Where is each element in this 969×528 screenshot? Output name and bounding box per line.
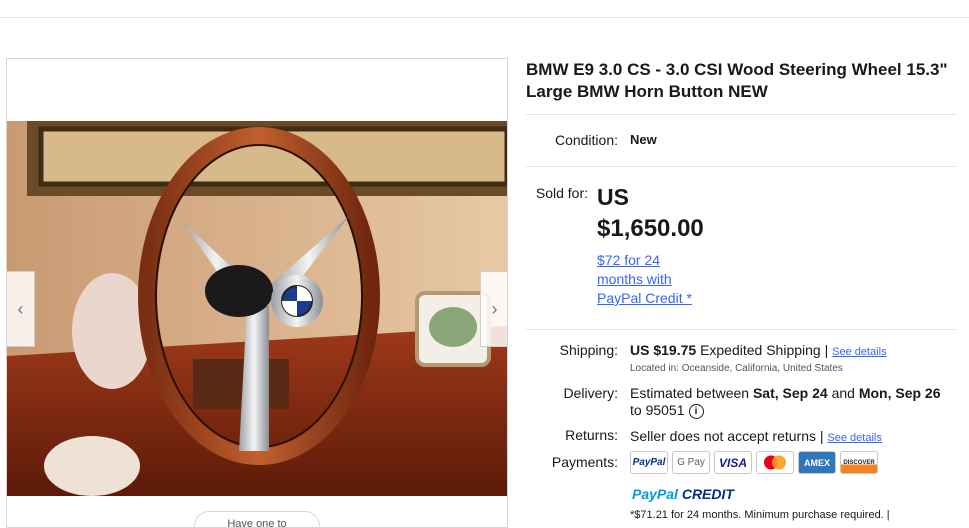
divider xyxy=(526,329,956,330)
have-one-to-sell-button[interactable]: Have one to xyxy=(194,511,320,527)
delivery-estimate: Estimated between Sat, Sep 24 and Mon, S… xyxy=(630,385,950,419)
paypal-logo-icon: PayPal xyxy=(630,451,668,474)
product-photo[interactable] xyxy=(7,121,507,496)
shipping-separator: | xyxy=(824,342,829,358)
delivery-prefix: Estimated between xyxy=(630,385,750,401)
delivery-end-date: Mon, Sep 26 xyxy=(858,385,941,401)
shipping-value: US $19.75 Expedited Shipping | See detai… xyxy=(630,342,887,358)
payments-label: Payments: xyxy=(551,454,618,470)
discover-logo-icon: DISCOVER xyxy=(840,451,878,474)
shipping-amount: US $19.75 xyxy=(630,342,697,358)
visa-logo-icon: VISA xyxy=(714,451,752,474)
financing-footnote: *$71.21 for 24 months. Minimum purchase … xyxy=(630,509,890,521)
previous-image-button[interactable]: ‹ xyxy=(7,271,35,347)
financing-footnote-star: * xyxy=(686,290,692,306)
paypal-credit-word: CREDIT xyxy=(681,486,734,502)
returns-value: Seller does not accept returns | See det… xyxy=(630,428,882,444)
delivery-label: Delivery: xyxy=(563,385,618,401)
returns-label: Returns: xyxy=(565,427,618,443)
mastercard-circles-icon xyxy=(764,455,786,470)
item-location: Located in: Oceanside, California, Unite… xyxy=(630,363,843,374)
price-amount: $1,650.00 xyxy=(597,215,704,242)
paypal-credit-brand: PayPal xyxy=(632,486,678,502)
listing-title: BMW E9 3.0 CS - 3.0 CSI Wood Steering Wh… xyxy=(526,60,948,101)
payment-methods: PayPal G Pay VISA AMEX DISCOVER xyxy=(630,451,878,474)
financing-link-text[interactable]: $72 for 24 months with PayPal Credit xyxy=(597,252,683,306)
delivery-zip: to 95051 xyxy=(630,402,685,418)
mastercard-logo-icon xyxy=(756,451,794,474)
image-gallery: ‹ › Have one to xyxy=(6,58,508,528)
returns-see-details-link[interactable]: See details xyxy=(827,432,881,444)
info-icon[interactable]: i xyxy=(688,403,704,419)
chevron-left-icon: ‹ xyxy=(17,298,24,319)
delivery-start-date: Sat, Sep 24 xyxy=(752,385,828,401)
sold-for-label: Sold for: xyxy=(535,185,588,201)
delivery-and: and xyxy=(831,385,855,401)
google-pay-logo-icon: G Pay xyxy=(672,451,710,474)
returns-policy: Seller does not accept returns xyxy=(630,428,816,444)
paypal-credit-logo: PayPal CREDIT xyxy=(632,486,734,502)
returns-separator: | xyxy=(819,428,824,444)
steering-wheel-image xyxy=(7,121,507,496)
divider xyxy=(526,166,956,167)
next-image-button[interactable]: › xyxy=(480,271,507,347)
shipping-label: Shipping: xyxy=(559,342,618,358)
shipping-see-details-link[interactable]: See details xyxy=(832,346,886,358)
condition-label: Condition: xyxy=(554,132,618,148)
divider xyxy=(526,114,956,115)
amex-logo-icon: AMEX xyxy=(798,451,836,474)
shipping-method: Expedited Shipping xyxy=(700,342,821,358)
price-currency: US xyxy=(597,184,629,210)
top-header-bar xyxy=(0,0,969,18)
chevron-right-icon: › xyxy=(491,298,498,319)
condition-value: New xyxy=(630,132,657,147)
paypal-credit-financing-link[interactable]: $72 for 24 months with PayPal Credit * xyxy=(597,251,707,308)
